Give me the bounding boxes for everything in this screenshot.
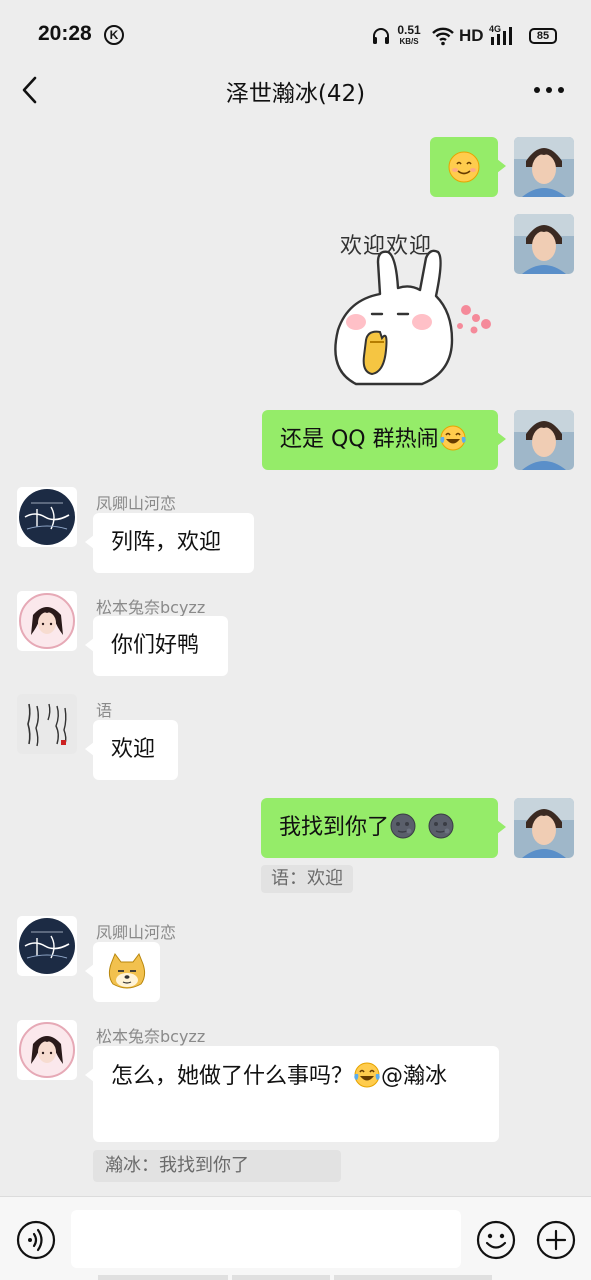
avatar-self[interactable] xyxy=(514,410,574,470)
emoji-smile-icon[interactable] xyxy=(476,1220,516,1260)
message-bubble-self[interactable]: 我找到你了 xyxy=(261,798,506,858)
message-text: 怎么，她做了什么事吗？ xyxy=(111,1064,354,1089)
sticker-message[interactable]: 欢迎欢迎 xyxy=(326,222,502,388)
message-bubble-other[interactable]: 欢迎 xyxy=(85,720,178,780)
status-bar: 20:28 K 0.51 KB/S HD 4G 85 xyxy=(0,0,591,64)
net-speed-unit: KB/S xyxy=(399,37,419,46)
sender-name: 松本兔奈bcyzz xyxy=(96,1027,206,1046)
doge-emoji xyxy=(108,952,146,989)
avatar-self[interactable] xyxy=(514,214,574,274)
quoted-reply[interactable]: 瀚冰：我找到你了 xyxy=(93,1150,341,1182)
status-icons: 0.51 KB/S HD 4G 85 xyxy=(371,22,561,50)
sender-name: 松本兔奈bcyzz xyxy=(96,598,206,617)
status-time: 20:28 xyxy=(38,22,92,45)
message-bubble-other[interactable]: 你们好鸭 xyxy=(85,616,228,676)
sender-name: 凤卿山河恋 xyxy=(96,923,177,942)
avatar-fengqing[interactable] xyxy=(17,916,77,976)
more-dots-icon[interactable] xyxy=(531,74,567,106)
sender-name: 语 xyxy=(96,701,113,720)
sender-name: 凤卿山河恋 xyxy=(96,494,177,513)
message-text: 我找到你了 xyxy=(279,815,390,840)
hd-label: HD xyxy=(459,26,484,45)
bunny-sticker xyxy=(334,249,491,386)
k-badge-icon: K xyxy=(104,25,124,45)
message-bubble-self[interactable] xyxy=(430,137,506,197)
battery-indicator: 85 xyxy=(529,28,557,44)
message-bubble-other[interactable] xyxy=(85,942,160,1002)
chat-title: 泽世瀚冰(42) xyxy=(225,81,366,107)
plus-circle-icon[interactable] xyxy=(536,1220,576,1260)
avatar-songben[interactable] xyxy=(17,591,77,651)
tears-of-joy-emoji xyxy=(354,1062,380,1088)
avatar-self[interactable] xyxy=(514,798,574,858)
message-bubble-self[interactable]: 还是 QQ 群热闹 xyxy=(262,410,506,470)
message-text: 列阵，欢迎 xyxy=(111,530,222,555)
wifi-icon xyxy=(432,27,454,46)
new-moon-face-emoji xyxy=(390,813,416,839)
avatar-fengqing[interactable] xyxy=(17,487,77,547)
smiling-face-emoji xyxy=(448,151,480,183)
chat-area[interactable]: 欢迎欢迎 还是 QQ 群热闹 凤卿山河恋 列阵，欢迎 松本兔奈bcyzz 你们好… xyxy=(0,124,591,1196)
headphones-icon xyxy=(373,28,389,44)
avatar-songben[interactable] xyxy=(17,1020,77,1080)
voice-icon[interactable] xyxy=(16,1220,56,1260)
message-bubble-other[interactable]: 列阵，欢迎 xyxy=(85,513,254,573)
net-speed: 0.51 KB/S xyxy=(395,24,423,47)
mention-text[interactable]: @瀚冰 xyxy=(381,1064,447,1089)
new-moon-face-emoji xyxy=(428,813,454,839)
message-text: 你们好鸭 xyxy=(111,633,200,658)
avatar-yu[interactable] xyxy=(17,694,77,754)
message-input[interactable] xyxy=(71,1210,461,1268)
keyboard-hint-bar xyxy=(98,1275,228,1280)
keyboard-hint-bar xyxy=(334,1275,492,1280)
message-text: 还是 QQ 群热闹 xyxy=(280,427,439,452)
net-speed-value: 0.51 xyxy=(397,23,421,37)
message-text: 欢迎 xyxy=(111,737,156,762)
message-bubble-other[interactable]: 怎么，她做了什么事吗？ @瀚冰 xyxy=(85,1046,499,1142)
tears-of-joy-emoji xyxy=(439,425,466,451)
quoted-reply[interactable]: 语：欢迎 xyxy=(261,865,353,893)
signal-icon: 4G xyxy=(489,24,517,47)
keyboard-hint-bar xyxy=(232,1275,330,1280)
title-bar: 泽世瀚冰(42) xyxy=(0,64,591,124)
avatar-self[interactable] xyxy=(514,137,574,197)
input-bar xyxy=(0,1196,591,1280)
